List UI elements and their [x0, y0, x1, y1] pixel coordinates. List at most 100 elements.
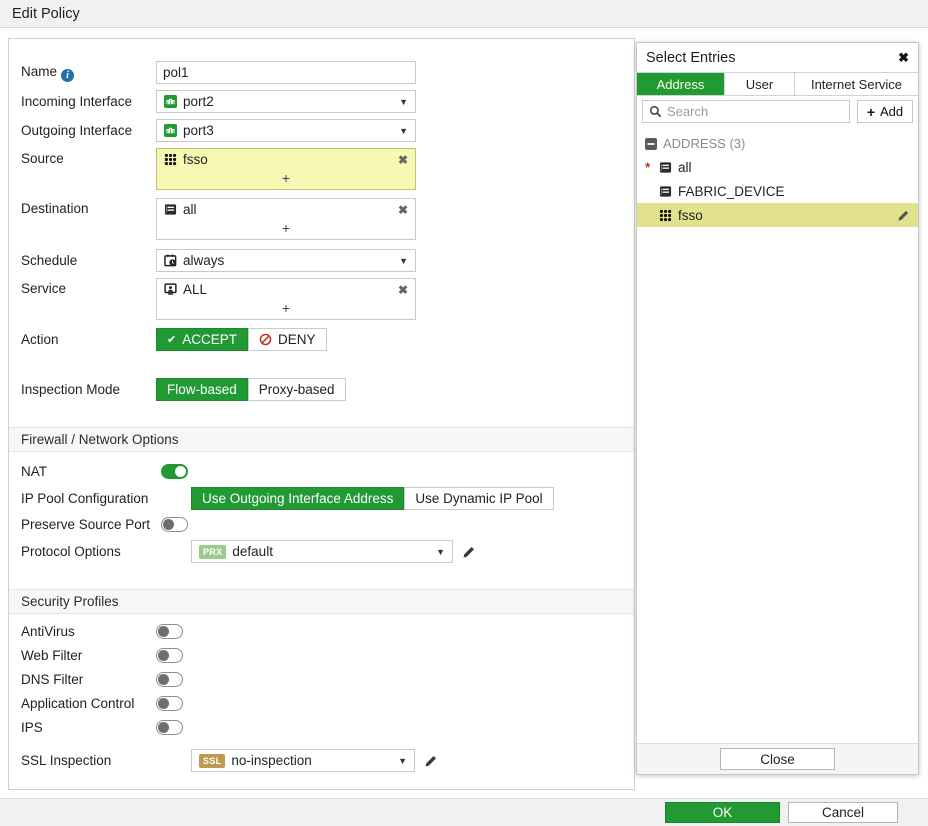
- protocol-options-row: Protocol Options PRX default ▼: [21, 540, 634, 563]
- incoming-interface-select[interactable]: port2 ▼: [156, 90, 416, 113]
- incoming-interface-row: Incoming Interface port2 ▼: [21, 90, 634, 113]
- ips-label: IPS: [21, 720, 156, 735]
- add-button[interactable]: + Add: [857, 100, 913, 123]
- ssl-inspection-value: no-inspection: [231, 753, 311, 768]
- service-label: Service: [21, 278, 156, 296]
- destination-entry[interactable]: all ✖: [157, 199, 415, 220]
- service-entry[interactable]: ALL ✖: [157, 279, 415, 300]
- ip-pool-outgoing-button[interactable]: Use Outgoing Interface Address: [191, 487, 404, 510]
- list-item-fsso[interactable]: fsso: [637, 203, 918, 227]
- web-filter-label: Web Filter: [21, 648, 156, 663]
- search-box[interactable]: [642, 100, 850, 123]
- close-button[interactable]: Close: [720, 748, 835, 770]
- remove-icon[interactable]: ✖: [398, 203, 408, 217]
- action-segmented: ✔ ACCEPT DENY: [156, 328, 327, 351]
- schedule-label: Schedule: [21, 253, 156, 268]
- service-entry-name: ALL: [183, 282, 207, 297]
- edit-pencil-icon[interactable]: [462, 545, 476, 559]
- name-input[interactable]: [156, 61, 416, 84]
- deny-icon: [259, 333, 272, 346]
- search-input[interactable]: [667, 104, 843, 119]
- chevron-down-icon: ▼: [399, 256, 408, 266]
- protocol-options-value: default: [232, 544, 273, 559]
- schedule-select[interactable]: always ▼: [156, 249, 416, 272]
- web-filter-toggle[interactable]: [156, 648, 183, 663]
- name-row: Namei: [21, 61, 634, 84]
- collapse-icon: [645, 138, 657, 150]
- edit-pencil-icon[interactable]: [897, 209, 910, 222]
- nat-row: NAT: [21, 464, 634, 479]
- source-add-button[interactable]: +: [157, 170, 415, 189]
- ips-row: IPS: [21, 720, 634, 735]
- remove-icon[interactable]: ✖: [398, 153, 408, 167]
- inspection-proxy-button[interactable]: Proxy-based: [248, 378, 346, 401]
- ips-toggle[interactable]: [156, 720, 183, 735]
- source-field[interactable]: fsso ✖ +: [156, 148, 416, 190]
- ssl-badge: SSL: [199, 754, 225, 768]
- destination-row: Destination all ✖ +: [21, 198, 634, 240]
- select-entries-tabs: Address User Internet Service: [637, 72, 918, 96]
- application-control-toggle[interactable]: [156, 696, 183, 711]
- list-item-name: FABRIC_DEVICE: [678, 184, 785, 199]
- destination-label: Destination: [21, 198, 156, 216]
- edit-pencil-icon[interactable]: [424, 754, 438, 768]
- address-icon: [659, 161, 672, 174]
- dns-filter-toggle[interactable]: [156, 672, 183, 687]
- dns-filter-row: DNS Filter: [21, 672, 634, 687]
- ip-pool-dynamic-button[interactable]: Use Dynamic IP Pool: [404, 487, 553, 510]
- service-row: Service ALL ✖ +: [21, 278, 634, 320]
- service-field[interactable]: ALL ✖ +: [156, 278, 416, 320]
- interface-icon: [164, 95, 177, 108]
- tab-address[interactable]: Address: [637, 73, 725, 95]
- firewall-section-title: Firewall / Network Options: [21, 432, 179, 447]
- nat-toggle[interactable]: [161, 464, 188, 479]
- ssl-inspection-label: SSL Inspection: [21, 753, 191, 768]
- destination-field[interactable]: all ✖ +: [156, 198, 416, 240]
- inspection-flow-button[interactable]: Flow-based: [156, 378, 248, 401]
- ip-pool-segmented: Use Outgoing Interface Address Use Dynam…: [191, 487, 554, 510]
- antivirus-toggle[interactable]: [156, 624, 183, 639]
- ok-button[interactable]: OK: [665, 802, 780, 823]
- close-icon[interactable]: ✖: [898, 50, 909, 66]
- source-entry[interactable]: fsso ✖: [157, 149, 415, 170]
- preserve-source-port-label: Preserve Source Port: [21, 517, 161, 532]
- select-entries-header: Select Entries ✖: [637, 43, 918, 72]
- action-accept-button[interactable]: ✔ ACCEPT: [156, 328, 248, 351]
- chevron-down-icon: ▼: [436, 547, 445, 557]
- tab-internet-service[interactable]: Internet Service: [795, 73, 918, 95]
- list-item-all[interactable]: * all: [637, 155, 918, 179]
- outgoing-interface-row: Outgoing Interface port3 ▼: [21, 119, 634, 142]
- select-entries-footer: Close: [637, 743, 918, 774]
- inspection-mode-segmented: Flow-based Proxy-based: [156, 378, 346, 401]
- info-icon[interactable]: i: [61, 69, 74, 82]
- security-profiles-section: Security Profiles: [9, 589, 634, 614]
- security-section-title: Security Profiles: [21, 594, 119, 609]
- web-filter-row: Web Filter: [21, 648, 634, 663]
- ssl-inspection-select[interactable]: SSL no-inspection ▼: [191, 749, 415, 772]
- outgoing-interface-value: port3: [183, 123, 214, 138]
- list-item-name: fsso: [678, 208, 703, 223]
- page-title-bar: Edit Policy: [0, 0, 928, 28]
- list-item-fabric-device[interactable]: FABRIC_DEVICE: [637, 179, 918, 203]
- outgoing-interface-select[interactable]: port3 ▼: [156, 119, 416, 142]
- inspection-mode-row: Inspection Mode Flow-based Proxy-based: [21, 378, 634, 401]
- tab-user[interactable]: User: [725, 73, 795, 95]
- remove-icon[interactable]: ✖: [398, 283, 408, 297]
- action-deny-button[interactable]: DENY: [248, 328, 327, 351]
- schedule-value: always: [183, 253, 224, 268]
- service-add-button[interactable]: +: [157, 300, 415, 319]
- fsso-group-icon: [164, 153, 177, 166]
- preserve-source-port-row: Preserve Source Port: [21, 517, 634, 532]
- destination-add-button[interactable]: +: [157, 220, 415, 239]
- list-item-name: all: [678, 160, 692, 175]
- protocol-options-label: Protocol Options: [21, 544, 191, 559]
- preserve-source-port-toggle[interactable]: [161, 517, 188, 532]
- chevron-down-icon: ▼: [399, 126, 408, 136]
- search-row: + Add: [637, 96, 918, 127]
- schedule-icon: [164, 254, 177, 267]
- bottom-action-bar: OK Cancel: [0, 798, 928, 826]
- source-label: Source: [21, 148, 156, 166]
- protocol-options-select[interactable]: PRX default ▼: [191, 540, 453, 563]
- address-group-header[interactable]: ADDRESS (3): [637, 132, 918, 155]
- cancel-button[interactable]: Cancel: [788, 802, 898, 823]
